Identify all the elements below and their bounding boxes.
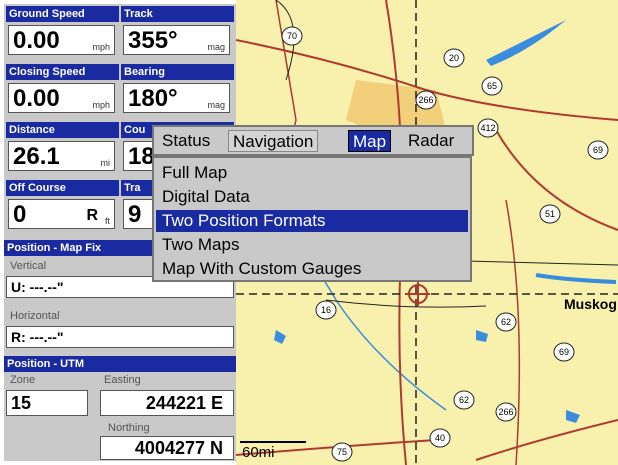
vertical-label: Vertical: [10, 260, 47, 272]
road: [325, 299, 487, 308]
route-shield: 62: [453, 390, 475, 410]
route-shield-label: 412: [480, 123, 495, 133]
gauge-unit: mag: [207, 42, 225, 52]
gauge-value: 355°: [128, 27, 178, 54]
gauge-title: Ground Speed: [6, 6, 119, 22]
gauge-direction: R: [86, 207, 98, 224]
gauge-value: 18: [128, 143, 155, 170]
track-gauge[interactable]: Track 355° mag: [121, 6, 234, 58]
menu-item-two-position-formats[interactable]: Two Position Formats: [156, 210, 468, 232]
page-tab-bar: Status Navigation Map Radar: [152, 125, 474, 156]
off-course-gauge[interactable]: Off Course 0 R ft: [6, 180, 119, 232]
horizontal-value[interactable]: R: ---.--": [6, 326, 234, 348]
gauge-value-box: 0.00 mph: [8, 25, 115, 55]
route-shield-label: 40: [435, 433, 445, 443]
gauge-unit: mag: [207, 100, 225, 110]
tab-status[interactable]: Status: [158, 130, 214, 152]
route-shield: 412: [477, 118, 499, 138]
tab-navigation[interactable]: Navigation: [228, 130, 319, 152]
route-shield-label: 51: [545, 209, 555, 219]
pond: [476, 330, 488, 342]
gauge-value: 0.00: [13, 85, 60, 112]
route-shield: 51: [539, 204, 561, 224]
northing-value[interactable]: 4004277 N: [100, 436, 234, 460]
gauge-value-box: 355° mag: [123, 25, 230, 55]
easting-label: Easting: [104, 374, 141, 386]
route-shield-label: 20: [449, 53, 459, 63]
menu-item-digital-data[interactable]: Digital Data: [156, 186, 468, 208]
route-shield: 266: [495, 402, 517, 422]
route-shield-label: 266: [418, 95, 433, 105]
route-shield: 65: [481, 76, 503, 96]
route-shield: 266: [415, 90, 437, 110]
route-shield: 40: [429, 428, 451, 448]
route-shield-label: 65: [487, 81, 497, 91]
route-shield-label: 62: [459, 395, 469, 405]
route-shield: 75: [331, 442, 353, 462]
gauge-value-box: 0 R ft: [8, 199, 115, 229]
tab-map[interactable]: Map: [348, 130, 392, 152]
route-shield: 69: [553, 342, 575, 362]
gauge-title: Distance: [6, 122, 119, 138]
tab-radar[interactable]: Radar: [404, 130, 458, 152]
gauge-unit: mph: [92, 42, 110, 52]
route-shield-label: 69: [593, 145, 603, 155]
bearing-gauge[interactable]: Bearing 180° mag: [121, 64, 234, 116]
route-shield: 70: [281, 26, 303, 46]
city-label: Muskog: [564, 296, 617, 312]
closing-speed-gauge[interactable]: Closing Speed 0.00 mph: [6, 64, 119, 116]
northing-label: Northing: [108, 422, 150, 434]
zone-label: Zone: [10, 374, 36, 386]
gauge-unit: ft: [104, 216, 110, 226]
ground-speed-gauge[interactable]: Ground Speed 0.00 mph: [6, 6, 119, 58]
menu-item-map-with-custom-gauges[interactable]: Map With Custom Gauges: [156, 258, 468, 280]
road: [505, 199, 521, 465]
route-shield-label: 70: [287, 31, 297, 41]
map-layout-menu: Full Map Digital Data Two Position Forma…: [152, 156, 472, 282]
easting-value[interactable]: 244221 E: [100, 390, 234, 416]
gauge-value: 0: [13, 201, 27, 228]
lake: [486, 20, 566, 66]
map-scale: 60mi: [242, 444, 275, 461]
zone-value[interactable]: 15: [6, 390, 88, 416]
pond: [274, 330, 286, 344]
gauge-title: Off Course: [6, 180, 119, 196]
gauge-value: 26.1: [13, 143, 60, 170]
route-shield-label: 62: [501, 317, 511, 327]
route-shield-label: 75: [337, 447, 347, 457]
route-shield: 16: [315, 300, 337, 320]
gps-screen: Ground Speed 0.00 mph Track 355° mag Clo…: [0, 0, 618, 465]
route-shield: 62: [495, 312, 517, 332]
gauge-unit: mi: [100, 158, 111, 168]
river: [535, 273, 617, 284]
horizontal-label: Horizontal: [10, 310, 60, 322]
menu-item-two-maps[interactable]: Two Maps: [156, 234, 468, 256]
gauge-value-box: 26.1 mi: [8, 141, 115, 171]
highway: [475, 419, 618, 461]
route-shield: 20: [443, 48, 465, 68]
distance-gauge[interactable]: Distance 26.1 mi: [6, 122, 119, 174]
route-shield-label: 266: [498, 407, 513, 417]
gauge-value-box: 180° mag: [123, 83, 230, 113]
gauge-value: 0.00: [13, 27, 60, 54]
menu-item-full-map[interactable]: Full Map: [156, 162, 468, 184]
gauge-value: 180°: [128, 85, 178, 112]
position-utm-title: Position - UTM: [4, 356, 236, 372]
route-shield-label: 16: [321, 305, 331, 315]
gauge-title: Closing Speed: [6, 64, 119, 80]
gauge-unit: mph: [92, 100, 110, 110]
route-shield-label: 69: [559, 347, 569, 357]
gauge-value: 9: [128, 201, 142, 228]
gauge-value-box: 0.00 mph: [8, 83, 115, 113]
gauge-title: Bearing: [121, 64, 234, 80]
route-shield: 69: [587, 140, 609, 160]
pond: [566, 410, 580, 423]
gauge-title: Track: [121, 6, 234, 22]
